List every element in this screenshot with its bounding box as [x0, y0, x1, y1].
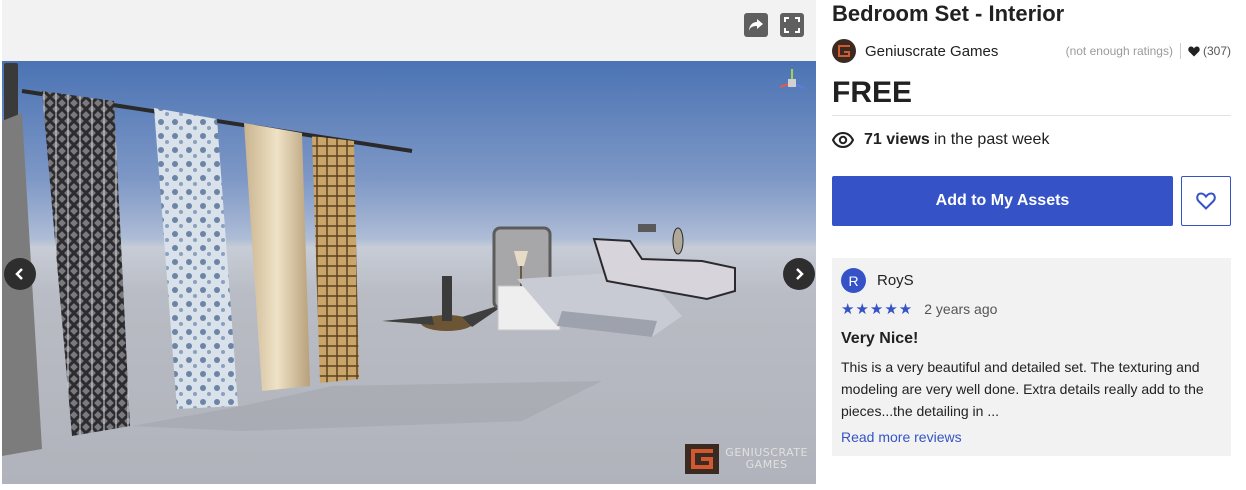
favorites-count: (307)	[1188, 44, 1231, 58]
publisher-logo-icon[interactable]	[832, 39, 856, 63]
previous-image-button[interactable]	[4, 258, 36, 290]
read-more-reviews-link[interactable]: Read more reviews	[841, 429, 1222, 445]
review-header: R RoyS	[841, 268, 1222, 293]
publisher-link[interactable]: Geniuscrate Games	[865, 43, 998, 60]
ratings-divider	[1179, 43, 1181, 59]
fullscreen-icon	[784, 17, 800, 33]
eye-icon	[832, 132, 854, 148]
product-image: GENIUSCRATE GAMES	[2, 61, 816, 484]
watermark-logo-icon	[685, 444, 720, 474]
fullscreen-button[interactable]	[780, 13, 804, 37]
views-suffix: in the past week	[933, 131, 1050, 148]
product-info-panel: Bedroom Set - Interior Geniuscrate Games…	[832, 0, 1231, 456]
chevron-right-icon	[796, 268, 804, 280]
review-body: This is a very beautiful and detailed se…	[841, 359, 1204, 419]
chevron-left-icon	[15, 268, 23, 280]
avatar: R	[841, 268, 866, 293]
product-title: Bedroom Set - Interior	[832, 1, 1065, 26]
heart-icon	[1188, 46, 1200, 56]
review-username: RoyS	[877, 272, 914, 289]
review-title: Very Nice!	[841, 330, 919, 347]
price: FREE	[832, 76, 913, 109]
ratings-note: (not enough ratings)	[1065, 44, 1173, 58]
wishlist-button[interactable]	[1181, 176, 1231, 226]
price-divider	[832, 115, 1231, 116]
scene-illustration	[2, 69, 805, 456]
next-image-button[interactable]	[783, 258, 815, 290]
views-stat: 71 views in the past week	[832, 131, 1231, 149]
views-count: 71 views	[864, 131, 930, 148]
favorites-count-label: (307)	[1202, 44, 1231, 58]
media-viewer: GENIUSCRATE GAMES	[2, 0, 816, 484]
publisher-row: Geniuscrate Games (not enough ratings) (…	[832, 38, 1231, 64]
share-button[interactable]	[744, 13, 768, 37]
add-to-my-assets-button[interactable]: Add to My Assets	[832, 176, 1173, 226]
heart-outline-icon	[1196, 192, 1216, 210]
watermark-line-2: GAMES	[745, 458, 788, 471]
action-buttons: Add to My Assets	[832, 176, 1231, 226]
review-date: 2 years ago	[924, 301, 998, 317]
share-icon	[749, 19, 763, 31]
star-rating: ★★★★★	[841, 301, 914, 318]
review-card: R RoyS ★★★★★ 2 years ago Very Nice! This…	[832, 258, 1231, 456]
review-meta: ★★★★★ 2 years ago	[841, 300, 1222, 318]
ratings-summary: (not enough ratings) (307)	[1066, 43, 1231, 59]
watermark-logo: GENIUSCRATE GAMES	[685, 444, 808, 474]
